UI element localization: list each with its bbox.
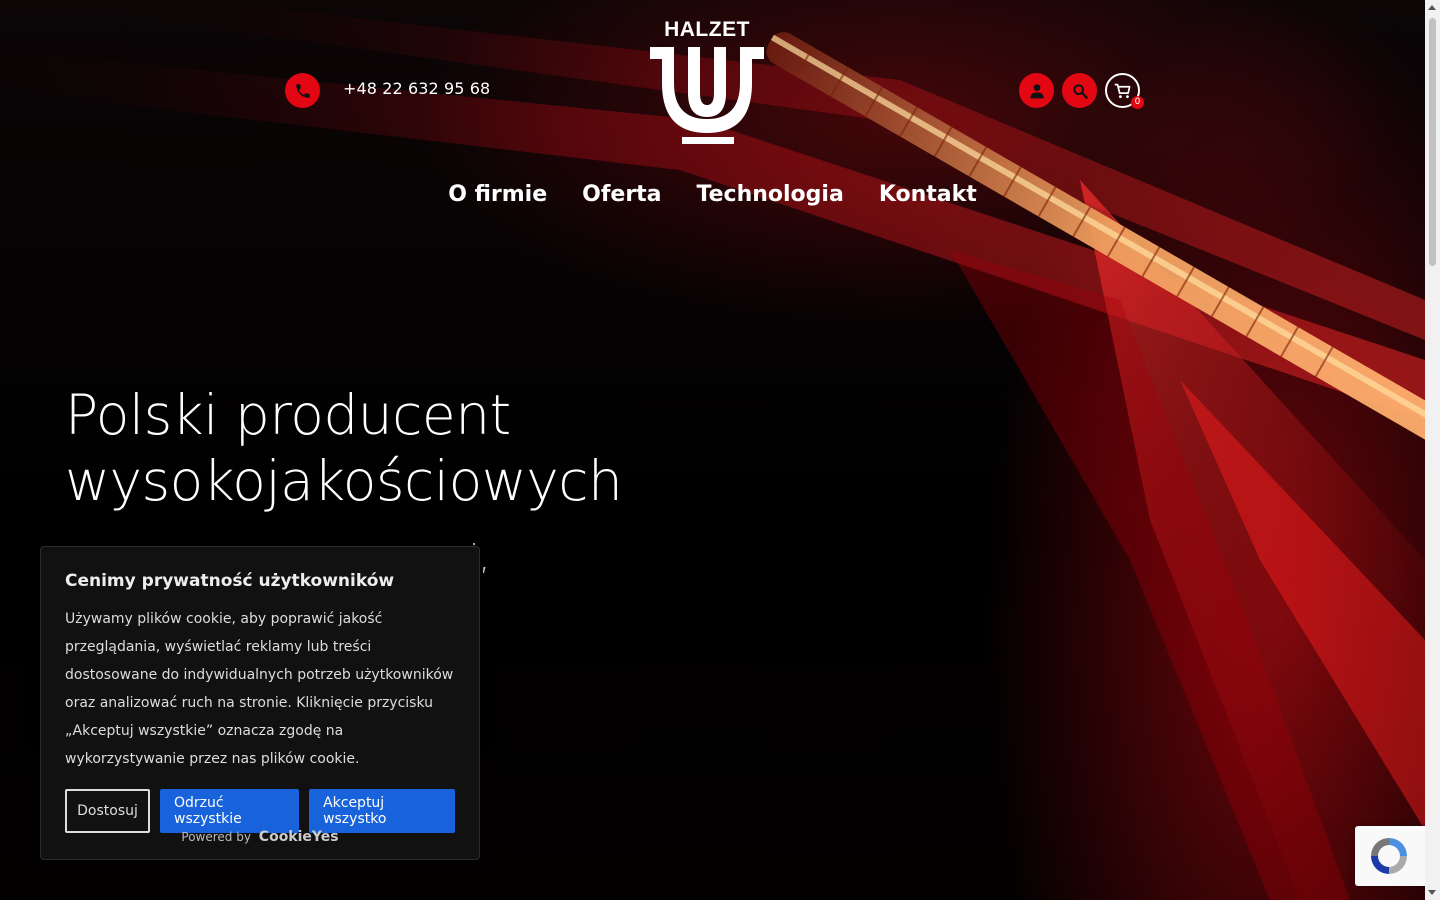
- cart-icon: [1114, 83, 1131, 98]
- nav-item-technologia[interactable]: Technologia: [697, 182, 844, 207]
- nav-item-kontakt[interactable]: Kontakt: [879, 182, 977, 207]
- hero-title-line-1: Polski producent: [65, 383, 511, 447]
- cookie-buttons: Dostosuj Odrzuć wszystkie Akceptuj wszys…: [65, 789, 455, 833]
- page-scrollbar[interactable]: [1425, 0, 1440, 900]
- powered-by-label: Powered by: [181, 830, 251, 844]
- cookie-text: Używamy plików cookie, aby poprawić jako…: [65, 611, 454, 767]
- phone-number[interactable]: +48 22 632 95 68: [343, 79, 490, 98]
- user-icon: [1029, 83, 1044, 98]
- nav-item-oferta[interactable]: Oferta: [582, 182, 661, 207]
- scroll-up-icon[interactable]: [1428, 5, 1436, 10]
- cart-count-badge: 0: [1131, 96, 1144, 109]
- main-nav: O firmie Oferta Technologia Kontakt: [0, 182, 1425, 207]
- scroll-down-icon[interactable]: [1428, 890, 1436, 895]
- logo-text: HALZET: [664, 18, 750, 41]
- account-button[interactable]: [1019, 73, 1054, 108]
- phone-icon: [295, 83, 310, 98]
- scroll-thumb[interactable]: [1429, 18, 1436, 266]
- cookieyes-logo[interactable]: CookieYes: [259, 829, 339, 845]
- nav-item-o-firmie[interactable]: O firmie: [448, 182, 547, 207]
- hero-title-line-2: wysokojakościowych: [65, 449, 623, 513]
- reject-all-button[interactable]: Odrzuć wszystkie: [160, 789, 300, 833]
- accept-all-button[interactable]: Akceptuj wszystko: [309, 789, 455, 833]
- cookie-title: Cenimy prywatność użytkowników: [65, 571, 395, 591]
- powered-by: Powered by CookieYes: [41, 829, 479, 845]
- recaptcha-icon: [1371, 838, 1407, 874]
- cookie-consent-banner: Cenimy prywatność użytkowników Używamy p…: [40, 546, 480, 860]
- halzet-logo[interactable]: HALZET: [648, 18, 766, 148]
- customize-button[interactable]: Dostosuj: [65, 789, 150, 833]
- logo-mark: [650, 47, 764, 144]
- hero-title: Polski producent wysokojakościowych: [65, 382, 705, 514]
- search-button[interactable]: [1062, 73, 1097, 108]
- phone-button[interactable]: [285, 73, 320, 108]
- search-icon: [1072, 83, 1088, 99]
